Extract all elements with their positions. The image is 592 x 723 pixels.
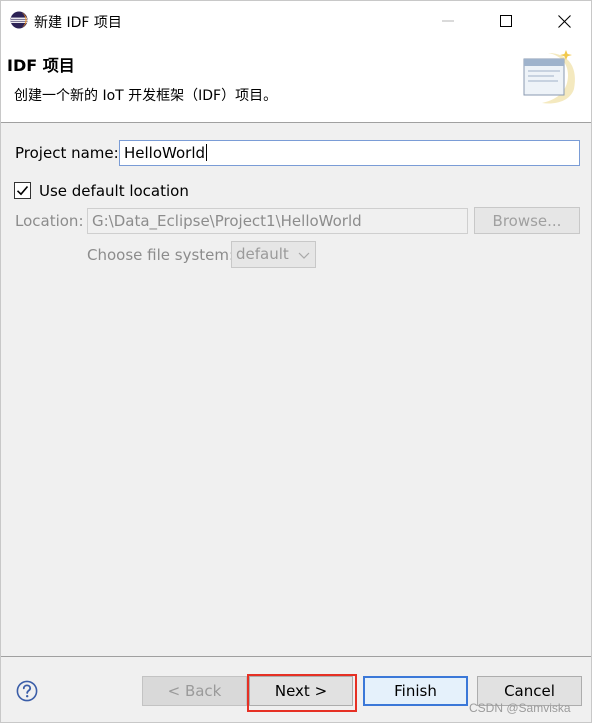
close-icon [557, 14, 571, 28]
page-description: 创建一个新的 IoT 开发框架（IDF）项目。 [14, 88, 278, 104]
minimize-icon [442, 20, 454, 22]
use-default-location-label[interactable]: Use default location [39, 182, 189, 200]
minimize-button[interactable] [419, 1, 477, 41]
file-system-label: Choose file system: [87, 246, 235, 264]
new-idf-project-dialog: 新建 IDF 项目 IDF 项目 创建一个新的 IoT 开发框架（IDF）项目。 [0, 0, 592, 723]
finish-button[interactable]: Finish [363, 676, 468, 706]
watermark: CSDN @Samviska [469, 701, 571, 715]
checkmark-icon [16, 185, 29, 196]
project-name-input[interactable]: HelloWorld [119, 140, 580, 166]
file-system-select[interactable]: default [231, 241, 316, 268]
eclipse-icon [10, 11, 28, 29]
wizard-body: Project name: HelloWorld Use default loc… [1, 124, 591, 657]
use-default-location-checkbox[interactable] [14, 182, 31, 199]
file-system-value: default [236, 245, 289, 263]
next-button[interactable]: Next > [249, 676, 353, 706]
new-project-wizard-icon [523, 50, 575, 104]
project-name-label: Project name: [15, 144, 119, 162]
back-button[interactable]: < Back [142, 676, 247, 706]
page-title: IDF 项目 [7, 56, 75, 75]
location-label: Location: [15, 212, 84, 230]
maximize-button[interactable] [477, 1, 535, 41]
project-name-value: HelloWorld [124, 144, 206, 162]
help-icon[interactable] [16, 680, 38, 702]
location-input[interactable]: G:\Data_Eclipse\Project1\HelloWorld [87, 208, 468, 234]
close-button[interactable] [535, 1, 592, 41]
text-caret [206, 144, 208, 161]
wizard-banner: IDF 项目 创建一个新的 IoT 开发框架（IDF）项目。 [1, 41, 591, 123]
window-title: 新建 IDF 项目 [34, 15, 122, 31]
title-bar[interactable]: 新建 IDF 项目 [1, 1, 591, 41]
maximize-icon [500, 15, 512, 27]
chevron-down-icon [298, 252, 310, 259]
browse-button[interactable]: Browse... [474, 207, 580, 234]
